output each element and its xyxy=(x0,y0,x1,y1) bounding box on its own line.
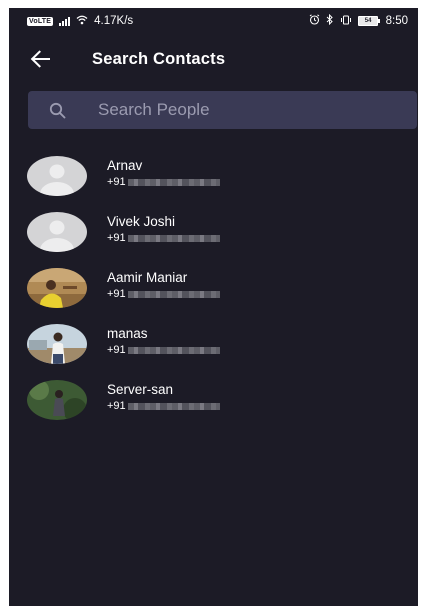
search-bar[interactable] xyxy=(28,91,417,129)
redacted-number xyxy=(127,290,220,298)
contact-phone: +91 xyxy=(107,399,220,413)
contact-name: Server-san xyxy=(107,382,174,397)
contact-name: Vivek Joshi xyxy=(107,214,176,229)
contact-phone: +91 xyxy=(107,175,220,189)
network-speed: 4.17K/s xyxy=(94,15,134,27)
default-avatar-icon xyxy=(27,156,87,196)
volte-badge: VoLTE xyxy=(27,16,54,26)
redacted-number xyxy=(127,178,220,186)
arrow-left-icon xyxy=(30,50,50,68)
alarm-icon xyxy=(309,14,320,28)
default-avatar-icon xyxy=(27,212,87,252)
photo-avatar xyxy=(27,324,87,364)
redacted-number xyxy=(127,402,220,410)
phone-prefix: +91 xyxy=(107,344,126,356)
redacted-number xyxy=(127,346,220,354)
status-bar: VoLTE 4.17K/s 54 8:50 xyxy=(9,8,418,34)
bluetooth-icon xyxy=(326,13,334,28)
status-bar-right: 54 8:50 xyxy=(309,13,408,28)
contact-item[interactable]: Arnav +91 xyxy=(9,148,418,204)
status-bar-left: VoLTE 4.17K/s xyxy=(27,15,133,28)
phone-prefix: +91 xyxy=(107,176,126,188)
signal-icon xyxy=(59,16,71,26)
contact-name: Arnav xyxy=(107,158,143,173)
battery-icon: 54 xyxy=(358,16,380,26)
photo-avatar xyxy=(27,380,87,420)
search-input[interactable] xyxy=(98,100,417,120)
phone-screen: VoLTE 4.17K/s 54 8:50 Search Contacts Se… xyxy=(9,8,418,606)
contact-item[interactable]: Aamir Maniar +91 xyxy=(9,260,418,316)
wifi-icon xyxy=(76,15,88,28)
contact-phone: +91 xyxy=(107,287,220,301)
photo-avatar xyxy=(27,268,87,308)
search-icon xyxy=(46,99,68,121)
contact-item[interactable]: manas +91 xyxy=(9,316,418,372)
contact-phone: +91 xyxy=(107,231,220,245)
phone-prefix: +91 xyxy=(107,288,126,300)
contact-phone: +91 xyxy=(107,343,220,357)
phone-prefix: +91 xyxy=(107,400,126,412)
redacted-number xyxy=(127,234,220,242)
contact-list: Arnav +91 Vivek Joshi +91 Aamir Maniar +… xyxy=(9,148,418,428)
status-time: 8:50 xyxy=(385,15,408,27)
phone-prefix: +91 xyxy=(107,232,126,244)
battery-level: 54 xyxy=(358,16,379,26)
vibrate-icon xyxy=(340,15,352,28)
app-header: Search Contacts xyxy=(9,34,418,84)
contact-item[interactable]: Vivek Joshi +91 xyxy=(9,204,418,260)
back-button[interactable] xyxy=(22,41,58,77)
contact-name: Aamir Maniar xyxy=(107,270,188,285)
page-title: Search Contacts xyxy=(92,49,226,68)
contact-item[interactable]: Server-san +91 xyxy=(9,372,418,428)
contact-name: manas xyxy=(107,326,148,341)
